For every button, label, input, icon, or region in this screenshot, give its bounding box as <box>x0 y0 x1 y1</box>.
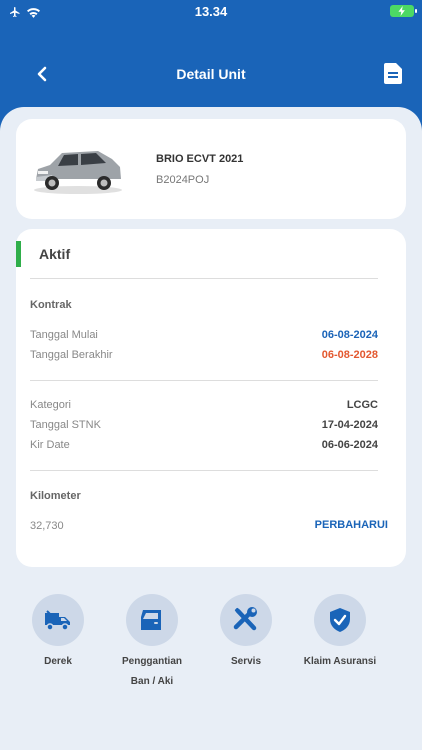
stnk-date-label: Tanggal STNK <box>30 419 101 431</box>
tow-action-label: Derek <box>44 656 72 667</box>
insurance-claim-action-circle <box>314 594 366 646</box>
tow-action-circle <box>32 594 84 646</box>
insurance-claim-action-button[interactable]: Klaim Asuransi <box>300 594 380 672</box>
tow-action-button[interactable]: Derek <box>18 594 98 672</box>
content-sheet: BRIO ECVT 2021 B2024POJ Aktif Kontrak Ta… <box>0 107 422 750</box>
kir-date-value: 06-06-2024 <box>321 439 378 451</box>
unit-card: BRIO ECVT 2021 B2024POJ <box>16 119 406 219</box>
update-mileage-button[interactable]: PERBAHARUI <box>315 519 388 531</box>
service-action-label: Servis <box>230 656 262 667</box>
page-title: Detail Unit <box>176 66 246 82</box>
start-date-label: Tanggal Mulai <box>30 329 98 341</box>
divider <box>30 278 378 279</box>
clock: 13.34 <box>194 4 228 19</box>
end-date-value: 06-08-2028 <box>321 349 378 361</box>
detail-card: Aktif Kontrak Tanggal Mulai 06-08-2024 T… <box>16 229 406 567</box>
service-action-button[interactable]: Servis <box>206 594 286 672</box>
kir-date-label: Kir Date <box>30 439 70 451</box>
insurance-claim-action-label: Klaim Asuransi <box>303 656 377 667</box>
quick-actions: Derek Penggantian Ban / Aki Servis Klaim… <box>0 594 422 704</box>
shield-check-icon <box>330 608 350 632</box>
document-button[interactable] <box>384 63 404 85</box>
mileage-title: Kilometer <box>30 490 81 502</box>
tow-truck-icon <box>45 610 70 631</box>
car-image <box>34 151 122 194</box>
category-value: LCGC <box>346 399 378 411</box>
end-date-label: Tanggal Berakhir <box>30 349 113 361</box>
status-label: Aktif <box>39 246 71 262</box>
divider <box>30 470 378 471</box>
car-door-icon <box>141 610 161 630</box>
service-action-circle <box>220 594 272 646</box>
tire-battery-action-label: Penggantian Ban / Aki <box>121 656 182 687</box>
status-indicator <box>16 241 21 267</box>
tire-battery-action-button[interactable]: Penggantian Ban / Aki <box>112 594 192 692</box>
contract-title: Kontrak <box>30 299 72 311</box>
mileage-value: 32,730 <box>30 520 64 532</box>
top-navigation: Detail Unit <box>0 56 422 92</box>
document-icon <box>384 63 402 84</box>
wrench-screwdriver-icon <box>233 607 257 631</box>
stnk-date-value: 17-04-2024 <box>321 419 378 431</box>
status-bar: 13.34 <box>0 0 422 24</box>
unit-plate: B2024POJ <box>156 174 210 186</box>
start-date-value: 06-08-2024 <box>321 329 378 341</box>
divider <box>30 380 378 381</box>
tire-battery-action-circle <box>126 594 178 646</box>
unit-name: BRIO ECVT 2021 <box>156 153 244 165</box>
battery-charging-icon <box>390 5 417 17</box>
category-label: Kategori <box>30 399 71 411</box>
